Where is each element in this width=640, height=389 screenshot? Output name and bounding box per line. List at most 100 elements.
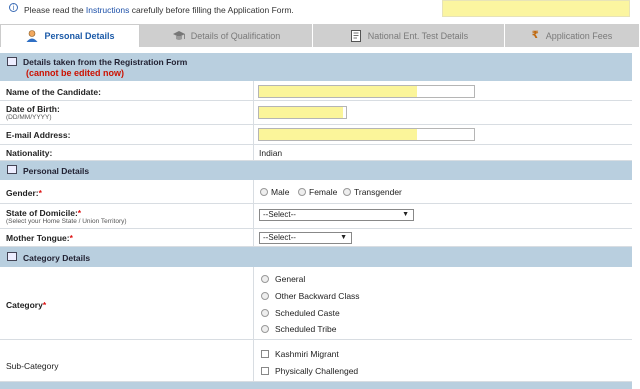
gender-option-transgender-label: Transgender xyxy=(354,187,402,197)
column-divider xyxy=(253,180,254,203)
required-marker: * xyxy=(77,208,82,218)
candidate-name-field[interactable] xyxy=(258,85,475,98)
category-option-sc-label: Scheduled Caste xyxy=(275,308,340,318)
gender-label-text: Gender: xyxy=(6,188,39,198)
personal-section-title: Personal Details xyxy=(23,166,90,176)
category-option-general-label: General xyxy=(275,274,306,284)
column-divider xyxy=(253,145,254,160)
radio-button[interactable] xyxy=(261,325,269,333)
instructions-notice: i Please read the Instructions carefully… xyxy=(0,0,640,20)
column-divider xyxy=(253,81,254,100)
category-option-obc[interactable]: Other Backward Class xyxy=(261,291,360,301)
gender-row: Gender:* Male Female Transgender xyxy=(0,180,632,204)
dropdown-arrow-icon: ▼ xyxy=(340,234,347,241)
tab-details-of-qualification-label: Details of Qualification xyxy=(190,30,281,41)
nationality-row: Nationality: Indian xyxy=(0,145,632,161)
sub-category-row: Sub-Category Kashmiri Migrant Physically… xyxy=(0,340,632,382)
column-divider xyxy=(253,229,254,246)
required-marker: * xyxy=(38,188,42,198)
category-section-header: Category Details xyxy=(0,247,632,267)
radio-button[interactable] xyxy=(261,309,269,317)
date-of-birth-row: Date of Birth: (DD/MM/YYYY) xyxy=(0,101,632,125)
tab-application-fees[interactable]: ₹ Application Fees xyxy=(505,24,640,47)
checkbox[interactable] xyxy=(261,350,269,358)
date-of-birth-field[interactable] xyxy=(258,106,347,119)
sub-category-physically-challenged[interactable]: Physically Challenged xyxy=(261,366,358,376)
required-marker: * xyxy=(69,233,73,243)
column-divider xyxy=(253,267,254,339)
candidate-name-row: Name of the Candidate: xyxy=(0,81,632,101)
column-divider xyxy=(253,204,254,228)
column-divider xyxy=(253,340,254,381)
state-of-domicile-label: State of Domicile:* xyxy=(6,208,81,218)
category-label-text: Category xyxy=(6,300,43,310)
column-divider xyxy=(253,125,254,144)
category-option-general[interactable]: General xyxy=(261,274,305,284)
radio-button[interactable] xyxy=(298,188,306,196)
form-icon xyxy=(7,57,17,66)
category-section-title: Category Details xyxy=(23,253,91,263)
radio-button[interactable] xyxy=(261,275,269,283)
radio-button[interactable] xyxy=(260,188,268,196)
sub-category-kashmiri-migrant-label: Kashmiri Migrant xyxy=(275,349,339,359)
dropdown-arrow-icon: ▼ xyxy=(402,211,409,218)
mother-tongue-label-text: Mother Tongue: xyxy=(6,233,70,243)
document-icon xyxy=(349,29,363,42)
category-row: Category* General Other Backward Class S… xyxy=(0,267,632,340)
tab-national-ent-test-details-label: National Ent. Test Details xyxy=(367,30,469,41)
notice-text-after: carefully before filling the Application… xyxy=(129,5,294,15)
email-field[interactable] xyxy=(258,128,475,141)
radio-button[interactable] xyxy=(343,188,351,196)
email-row: E-mail Address: xyxy=(0,125,632,145)
tab-national-ent-test-details[interactable]: National Ent. Test Details xyxy=(313,24,505,47)
state-of-domicile-row: State of Domicile:* (Select your Home St… xyxy=(0,204,632,229)
radio-button[interactable] xyxy=(261,292,269,300)
tab-application-fees-label: Application Fees xyxy=(545,30,613,41)
mother-tongue-select[interactable]: --Select-- ▼ xyxy=(259,232,352,244)
category-option-st[interactable]: Scheduled Tribe xyxy=(261,324,336,334)
category-option-sc[interactable]: Scheduled Caste xyxy=(261,308,340,318)
cannot-edit-note: (cannot be edited now) xyxy=(26,68,124,78)
registration-section-header: Details taken from the Registration Form… xyxy=(0,53,632,81)
date-of-birth-label: Date of Birth: xyxy=(6,104,60,114)
column-divider xyxy=(253,101,254,124)
category-option-obc-label: Other Backward Class xyxy=(275,291,360,301)
nationality-value: Indian xyxy=(259,148,283,158)
tab-personal-details[interactable]: Personal Details xyxy=(0,24,140,47)
gender-option-male[interactable]: Male xyxy=(260,187,289,197)
sub-category-label: Sub-Category xyxy=(6,361,59,371)
form-tabs: Personal Details Details of Qualificatio… xyxy=(0,24,640,47)
gender-option-female-label: Female xyxy=(309,187,338,197)
instructions-link[interactable]: Instructions xyxy=(86,5,129,15)
state-of-domicile-selected-value: --Select-- xyxy=(263,210,296,219)
category-option-st-label: Scheduled Tribe xyxy=(275,324,337,334)
date-format-hint: (DD/MM/YYYY) xyxy=(6,114,52,121)
category-list-icon xyxy=(7,252,17,261)
mother-tongue-row: Mother Tongue:* --Select-- ▼ xyxy=(0,229,632,247)
state-of-domicile-select[interactable]: --Select-- ▼ xyxy=(259,209,414,221)
email-label: E-mail Address: xyxy=(6,130,71,140)
checkbox[interactable] xyxy=(261,367,269,375)
candidate-name-label: Name of the Candidate: xyxy=(6,87,101,97)
id-card-icon xyxy=(7,165,17,174)
tab-details-of-qualification[interactable]: Details of Qualification xyxy=(140,24,313,47)
gender-option-transgender[interactable]: Transgender xyxy=(343,187,402,197)
registration-section-title: Details taken from the Registration Form xyxy=(23,57,188,67)
nationality-label: Nationality: xyxy=(6,148,53,158)
next-section-header xyxy=(0,382,632,389)
notice-text-before: Please read the xyxy=(24,5,86,15)
person-icon xyxy=(25,30,39,42)
sub-category-physically-challenged-label: Physically Challenged xyxy=(275,366,359,376)
gender-option-male-label: Male xyxy=(271,187,290,197)
tab-personal-details-label: Personal Details xyxy=(44,31,115,41)
sub-category-kashmiri-migrant[interactable]: Kashmiri Migrant xyxy=(261,349,339,359)
personal-section-header: Personal Details xyxy=(0,161,632,180)
required-marker: * xyxy=(42,300,47,310)
mother-tongue-selected-value: --Select-- xyxy=(263,233,296,242)
mother-tongue-label: Mother Tongue:* xyxy=(6,233,73,243)
state-of-domicile-label-text: State of Domicile: xyxy=(6,208,78,218)
category-label: Category* xyxy=(6,300,46,310)
notice-text: Please read the Instructions carefully b… xyxy=(24,5,294,15)
gender-label: Gender:* xyxy=(6,188,42,198)
gender-option-female[interactable]: Female xyxy=(298,187,337,197)
